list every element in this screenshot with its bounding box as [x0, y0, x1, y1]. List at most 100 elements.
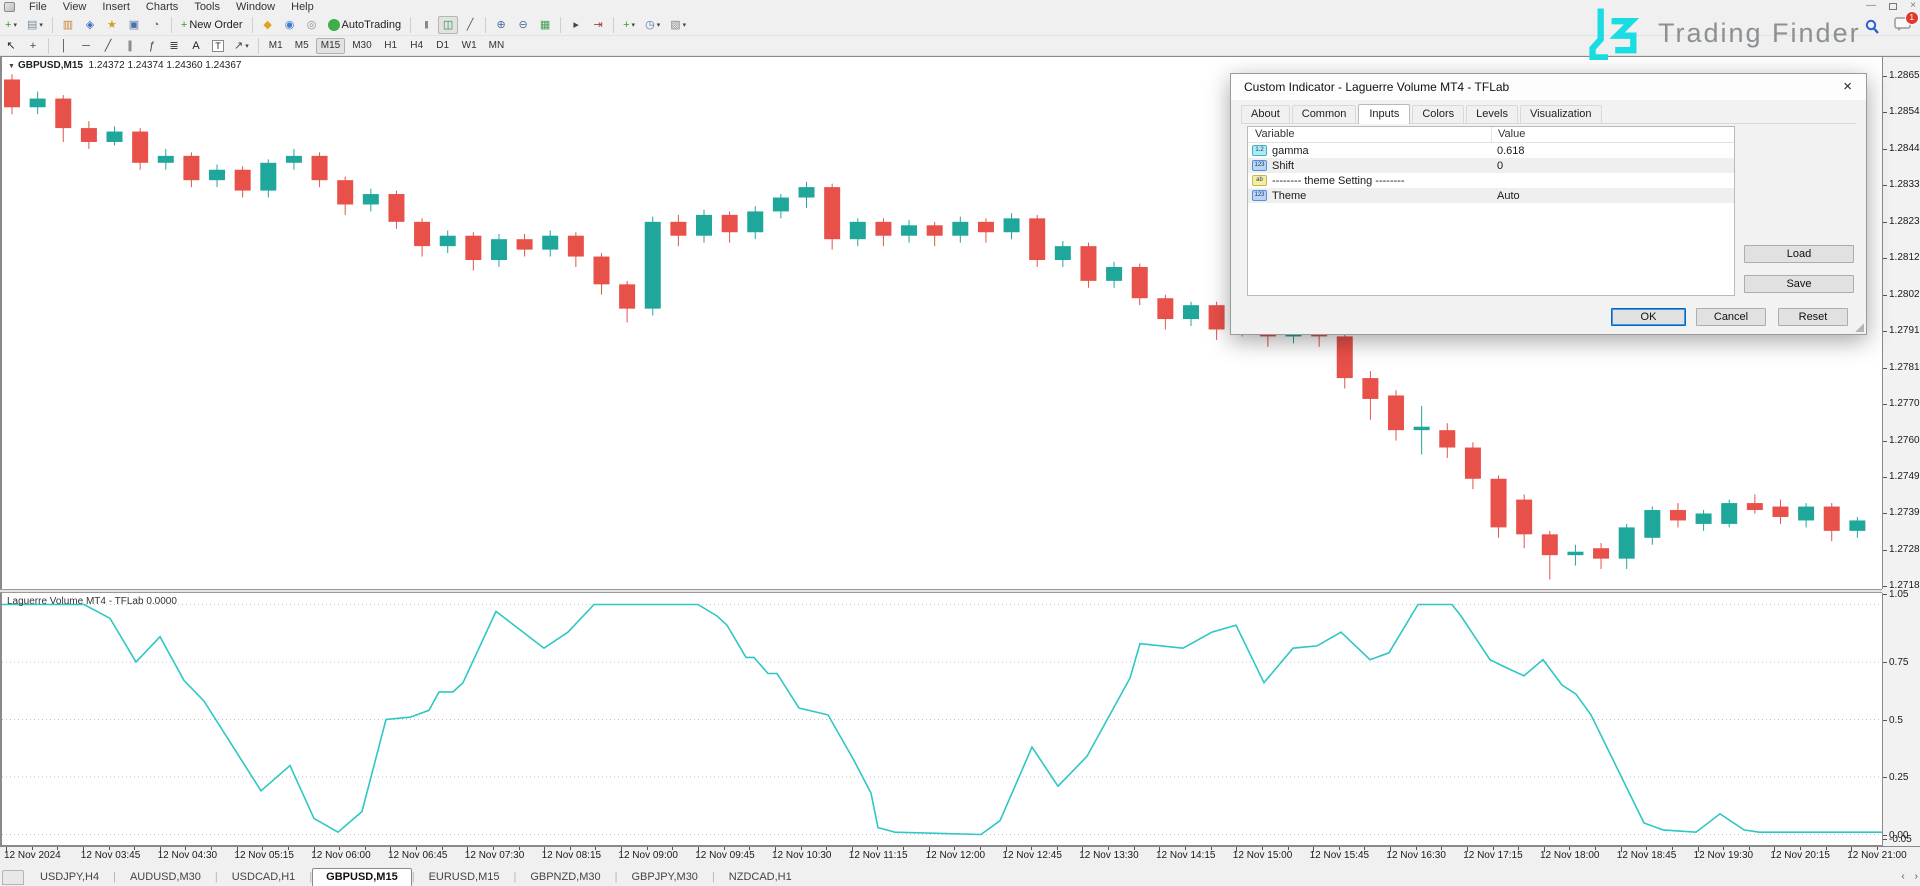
menu-insert[interactable]: Insert — [94, 1, 138, 14]
timeframe-d1-button[interactable]: D1 — [431, 38, 455, 54]
chart-tab-gbpjpy[interactable]: GBPJPY,M30 — [617, 868, 711, 886]
equidistant-channel-button[interactable]: ∥ — [120, 37, 140, 55]
chart-tab-gbpusd[interactable]: GBPUSD,M15 — [312, 868, 412, 886]
timeframe-m1-button[interactable]: M1 — [264, 38, 288, 54]
templates-button[interactable]: ▧ ▾ — [666, 16, 690, 34]
tab-scroll-left-icon[interactable]: ‹ — [1901, 871, 1904, 882]
chart-tab-usdcad[interactable]: USDCAD,H1 — [218, 868, 310, 886]
tab-scroll-right-icon[interactable]: › — [1915, 871, 1918, 882]
dialog-tab-visualization[interactable]: Visualization — [1519, 105, 1602, 123]
menu-file[interactable]: File — [21, 1, 55, 14]
candlestick-chart-button[interactable]: ◫ — [438, 15, 459, 34]
variable-value[interactable]: Auto — [1491, 190, 1520, 202]
vertical-line-button[interactable]: │ — [54, 37, 74, 55]
terminal-button[interactable]: ▣ — [124, 16, 144, 34]
dialog-titlebar[interactable]: Custom Indicator - Laguerre Volume MT4 -… — [1231, 74, 1866, 100]
community-button[interactable]: ◉ — [280, 16, 300, 34]
market-watch-button[interactable]: ▥ — [58, 16, 78, 34]
resize-grip[interactable] — [1855, 323, 1864, 332]
line-chart-button[interactable]: ╱ — [460, 16, 480, 34]
timeframe-w1-button[interactable]: W1 — [457, 38, 482, 54]
data-window-button[interactable]: ◈ — [80, 16, 100, 34]
chart-tab-gbpnzd[interactable]: GBPNZD,M30 — [516, 868, 614, 886]
load-button[interactable]: Load — [1744, 245, 1854, 263]
timeframe-m30-button[interactable]: M30 — [347, 38, 376, 54]
timeframe-m15-button[interactable]: M15 — [315, 37, 346, 54]
auto-scroll-button[interactable]: ▸ — [566, 16, 586, 34]
navigator-button[interactable]: ★ — [102, 16, 122, 34]
dialog-tab-about[interactable]: About — [1241, 105, 1290, 123]
time-axis-label: 12 Nov 10:30 — [772, 850, 832, 861]
cursor-button[interactable]: ↖ — [1, 37, 21, 55]
zoom-in-button[interactable]: ⊕ — [491, 16, 511, 34]
menu-view[interactable]: View — [55, 1, 95, 14]
minimize-button[interactable]: — — [1866, 1, 1876, 11]
news-button[interactable]: ◎ — [302, 16, 322, 34]
strategy-tester-button[interactable]: ◔ — [146, 16, 166, 34]
restore-button[interactable] — [1889, 2, 1898, 10]
periods-button[interactable]: ◷ ▾ — [641, 16, 664, 34]
menu-window[interactable]: Window — [228, 1, 283, 14]
menu-items: File View Insert Charts Tools Window Help — [21, 1, 322, 14]
menu-tools[interactable]: Tools — [186, 1, 228, 14]
time-axis-label: 12 Nov 18:45 — [1616, 850, 1677, 861]
toolbar-separator — [51, 16, 53, 33]
inputs-rows: 1.2 gamma 0.618 123 Shift 0 ab -------- theme S… — [1248, 143, 1734, 203]
horizontal-line-button[interactable]: ─ — [76, 37, 96, 55]
price-axis[interactable]: 1.28650 1.28545 1.28440 1.28335 1.28230 1.281… — [1882, 56, 1920, 591]
time-axis[interactable]: 12 Nov 2024 12 Nov 03:45 12 Nov 04:30 12 No… — [0, 846, 1920, 862]
reset-button[interactable]: Reset — [1778, 308, 1848, 326]
fibonacci-button[interactable]: ƒ — [142, 37, 162, 55]
chart-tab-nzdcad[interactable]: NZDCAD,H1 — [715, 868, 806, 886]
search-icon[interactable] — [1864, 19, 1880, 35]
chart-shift-button[interactable]: ⇥ — [588, 16, 608, 34]
trendline-button[interactable]: ╱ — [98, 37, 118, 55]
tab-list-button[interactable] — [2, 870, 24, 885]
dialog-tab-levels[interactable]: Levels — [1466, 105, 1518, 123]
new-order-button[interactable]: + New Order — [177, 16, 247, 34]
metaeditor-button[interactable]: ◆ — [258, 16, 278, 34]
dialog-tab-colors[interactable]: Colors — [1412, 105, 1465, 123]
chart-tab-usdjpy[interactable]: USDJPY,H4 — [26, 868, 113, 886]
indicator-pane[interactable]: Laguerre Volume MT4 - TFLab 0.0000 — [0, 593, 1884, 846]
chart-tab-audusd[interactable]: AUDUSD,M30 — [116, 868, 215, 886]
indicator-axis-label: 0.5 — [1889, 714, 1903, 726]
cycle-lines-button[interactable]: ≣ — [164, 37, 184, 55]
input-row[interactable]: 123 Shift 0 — [1248, 158, 1734, 173]
indicator-axis[interactable]: 1.05 0.75 0.5 0.25 0.00 -0.05 — [1882, 589, 1920, 846]
input-row[interactable]: ab -------- theme Setting -------- — [1248, 173, 1734, 188]
input-row[interactable]: 1.2 gamma 0.618 — [1248, 143, 1734, 158]
arrows-button[interactable]: ↗ ▾ — [230, 37, 253, 55]
zoom-out-button[interactable]: ⊖ — [513, 16, 533, 34]
window-controls: — × — [1866, 1, 1916, 11]
save-button[interactable]: Save — [1744, 275, 1854, 293]
chat-button[interactable]: 1 — [1894, 11, 1919, 37]
indicator-label: Laguerre Volume MT4 - TFLab 0.0000 — [7, 596, 177, 607]
variable-value[interactable]: 0 — [1491, 160, 1503, 172]
menu-charts[interactable]: Charts — [138, 1, 186, 14]
chart-tab-eurusd[interactable]: EURUSD,M15 — [415, 868, 514, 886]
dialog-tab-common[interactable]: Common — [1291, 105, 1357, 123]
timeframe-m5-button[interactable]: M5 — [290, 38, 314, 54]
crosshair-button[interactable]: + — [23, 37, 43, 55]
timeframe-h1-button[interactable]: H1 — [379, 38, 403, 54]
profiles-button[interactable]: ▤ ▾ — [23, 16, 47, 34]
new-chart-button[interactable]: + ▾ — [1, 16, 21, 34]
close-button[interactable]: × — [1910, 1, 1916, 11]
price-axis-tick — [1883, 112, 1887, 114]
indicators-button[interactable]: + ▾ — [619, 16, 639, 34]
timeframe-mn-button[interactable]: MN — [484, 38, 510, 54]
tile-windows-button[interactable]: ▦ — [535, 16, 555, 34]
text-button[interactable]: A — [186, 37, 206, 55]
cancel-button[interactable]: Cancel — [1696, 308, 1766, 326]
dialog-tab-inputs[interactable]: Inputs — [1358, 104, 1411, 124]
input-row[interactable]: 123 Theme Auto — [1248, 188, 1734, 203]
autotrading-button[interactable]: AutoTrading — [324, 16, 406, 34]
menu-help[interactable]: Help — [283, 1, 322, 14]
label-button[interactable]: T — [208, 37, 228, 55]
dialog-close-button[interactable]: × — [1843, 78, 1852, 95]
variable-value[interactable]: 0.618 — [1491, 145, 1525, 157]
timeframe-h4-button[interactable]: H4 — [405, 38, 429, 54]
bar-chart-button[interactable]: ||| — [416, 16, 436, 34]
ok-button[interactable]: OK — [1611, 308, 1686, 326]
